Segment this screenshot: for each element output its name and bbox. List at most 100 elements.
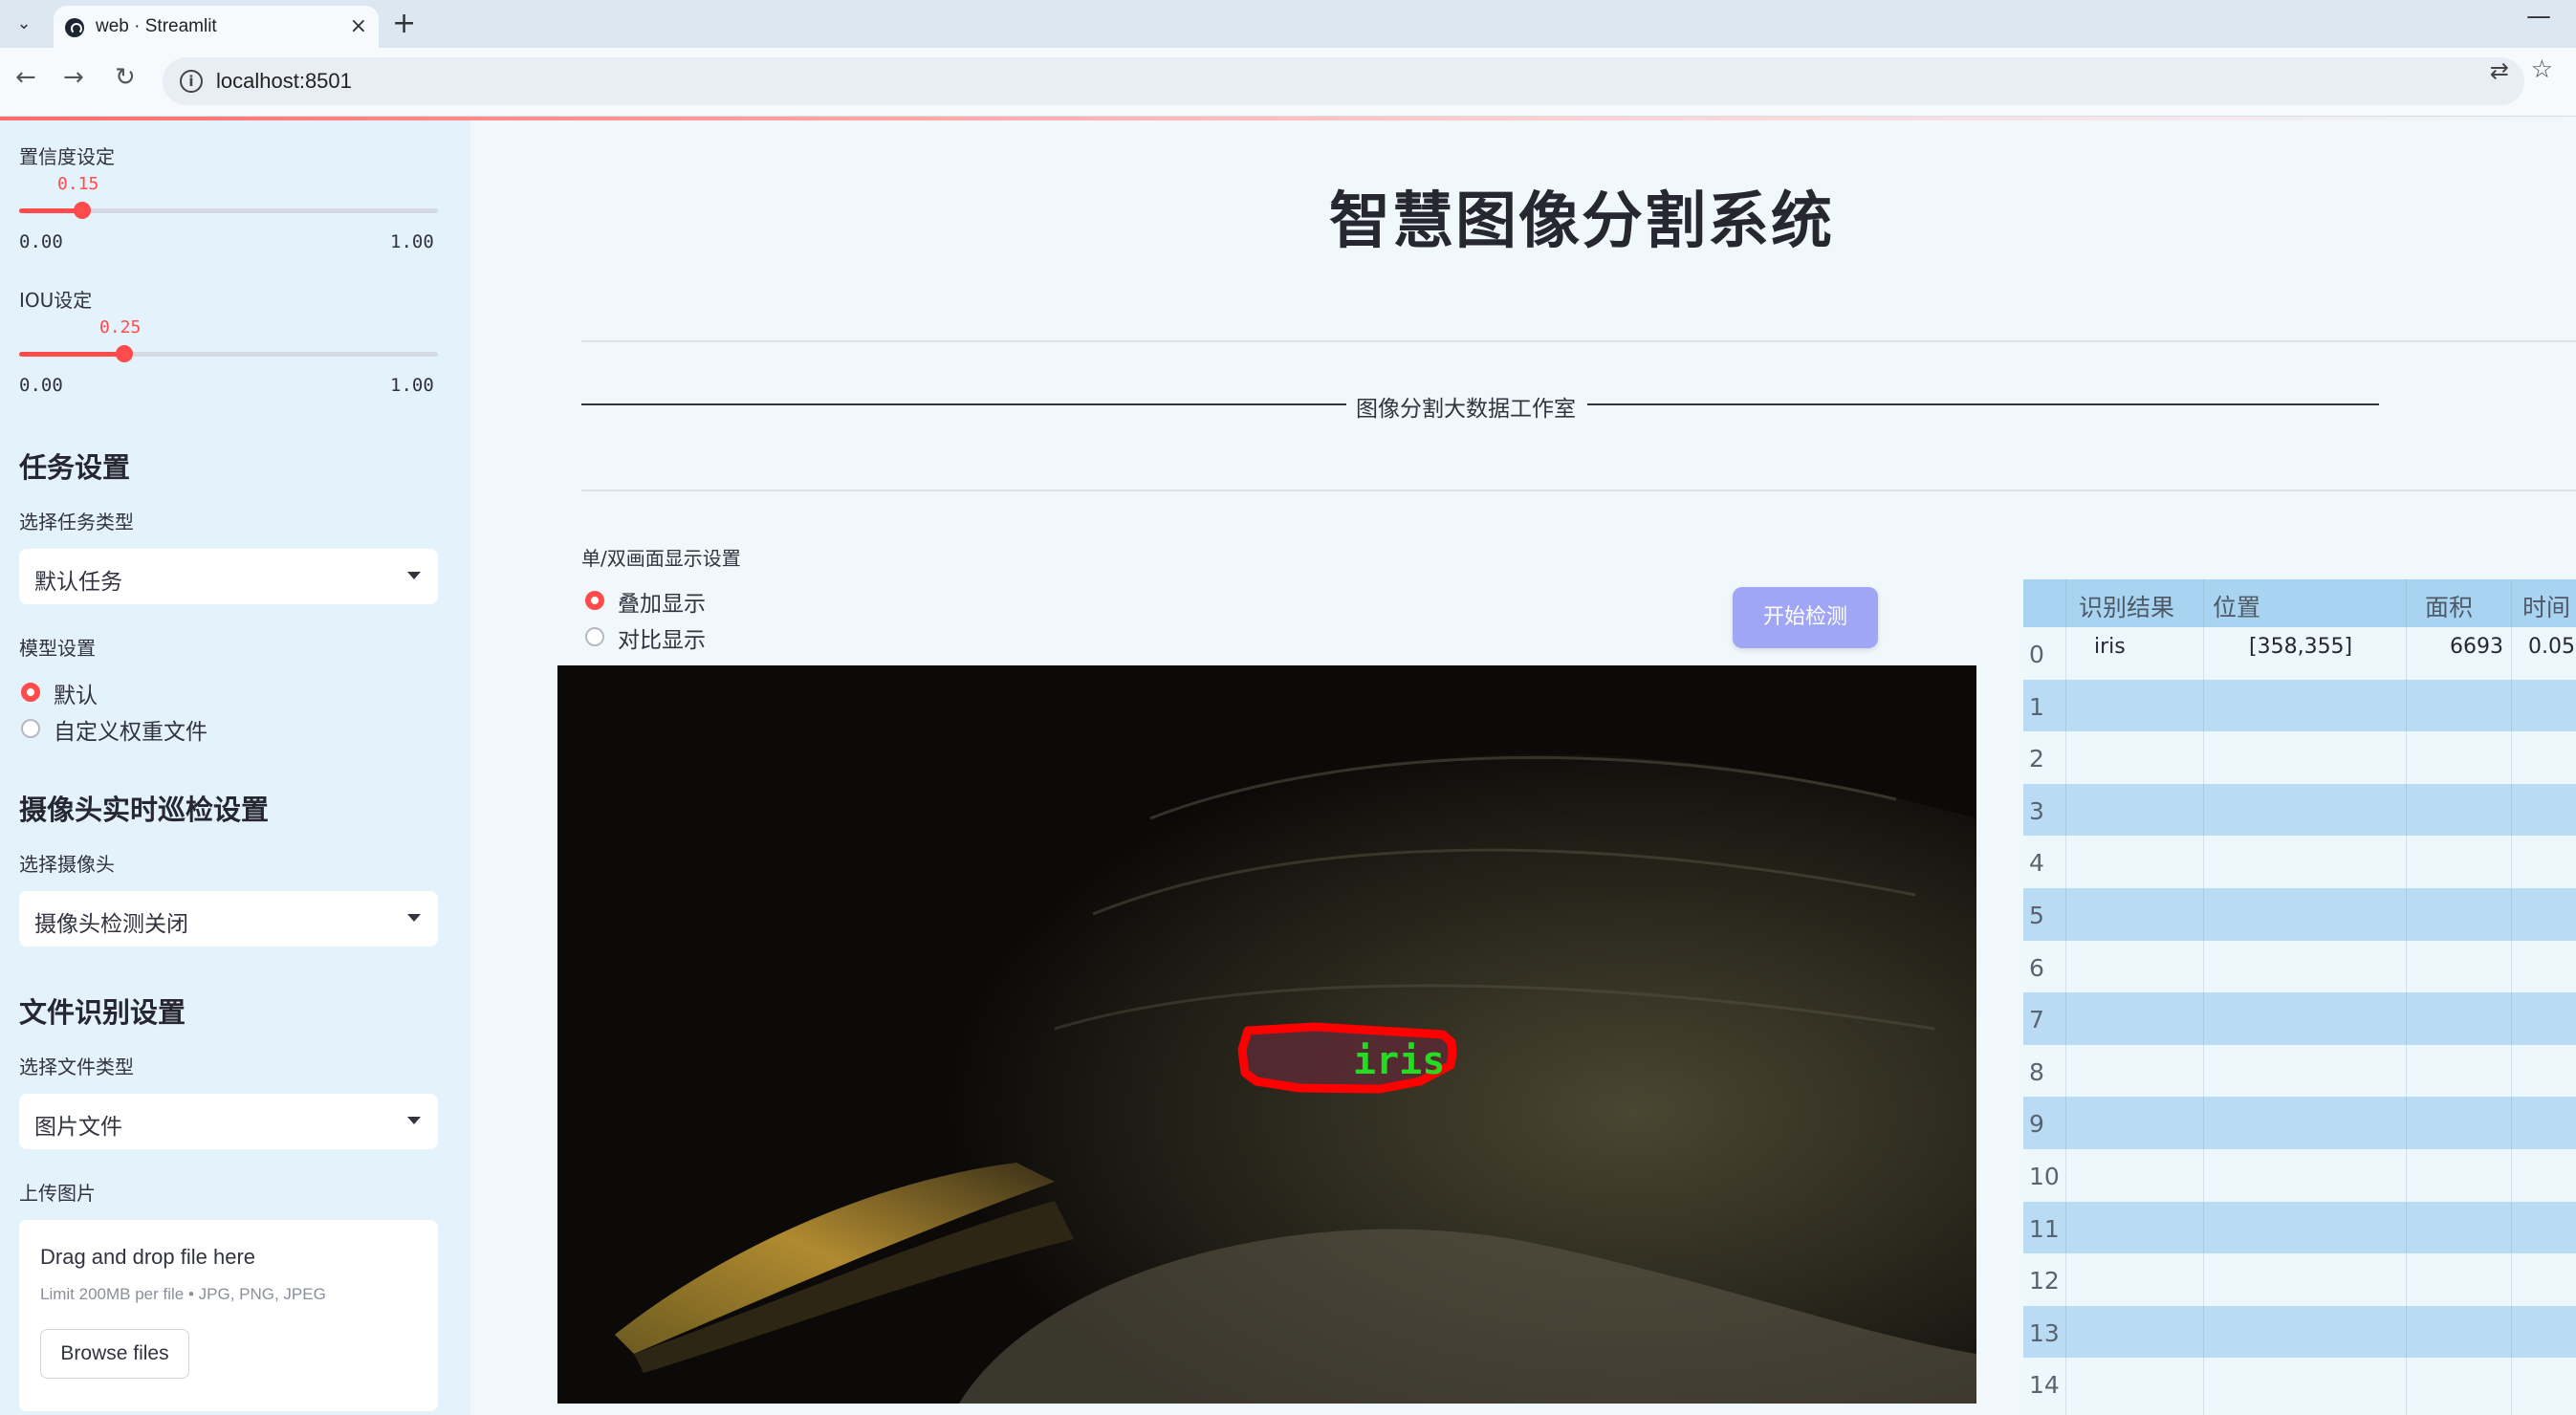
upload-title: Drag and drop file here xyxy=(40,1245,256,1269)
table-row[interactable]: 9 xyxy=(2023,1097,2576,1149)
iou-slider-fill xyxy=(19,352,124,357)
display-option-compare[interactable]: 对比显示 xyxy=(618,621,706,654)
file-uploader-dropzone[interactable]: Drag and drop file here Limit 200MB per … xyxy=(19,1220,438,1411)
column-header-position[interactable]: 位置 xyxy=(2213,589,2260,623)
column-divider xyxy=(2406,579,2407,1415)
confidence-value: 0.15 xyxy=(57,174,99,194)
row-index: 11 xyxy=(2029,1214,2060,1243)
row-index: 10 xyxy=(2029,1163,2060,1190)
site-info-icon[interactable]: i xyxy=(180,70,203,93)
model-option-default[interactable]: 默认 xyxy=(54,677,98,709)
tab-title: web · Streamlit xyxy=(96,16,217,36)
column-divider xyxy=(2511,579,2512,1415)
display-radio-overlay[interactable] xyxy=(585,591,604,610)
file-type-value: 图片文件 xyxy=(34,1115,122,1140)
iou-slider-thumb[interactable] xyxy=(115,345,133,362)
task-type-select[interactable]: 默认任务 xyxy=(19,549,438,604)
bookmark-star-icon[interactable]: ☆ xyxy=(2531,55,2553,84)
back-arrow-icon[interactable]: ← xyxy=(15,63,36,92)
start-detection-button[interactable]: 开始检测 xyxy=(1733,587,1878,648)
url-field[interactable]: i localhost:8501 xyxy=(163,57,2524,105)
table-row[interactable]: 1 xyxy=(2023,679,2576,732)
table-row[interactable]: 5 xyxy=(2023,888,2576,941)
column-header-area[interactable]: 面积 xyxy=(2425,589,2473,623)
iou-min: 0.00 xyxy=(19,375,63,396)
confidence-max: 1.00 xyxy=(390,231,434,252)
model-option-custom[interactable]: 自定义权重文件 xyxy=(54,713,207,746)
url-text: localhost:8501 xyxy=(216,69,352,93)
tab-close-icon[interactable]: × xyxy=(350,14,367,38)
row-index: 5 xyxy=(2029,902,2044,929)
dash-divider-right xyxy=(1587,403,2379,405)
confidence-slider[interactable] xyxy=(19,202,438,219)
row-index: 3 xyxy=(2029,796,2044,825)
cell-position: [358,355] xyxy=(2249,635,2353,659)
model-radio-custom[interactable] xyxy=(21,719,40,738)
table-row[interactable]: 7 xyxy=(2023,992,2576,1045)
upload-label: 上传图片 xyxy=(19,1182,96,1205)
model-label: 模型设置 xyxy=(19,637,96,660)
dash-divider-left xyxy=(581,403,1346,405)
confidence-slider-thumb[interactable] xyxy=(73,202,91,219)
row-index: 9 xyxy=(2029,1110,2044,1139)
new-tab-icon[interactable]: + xyxy=(392,7,416,40)
file-type-select[interactable]: 图片文件 xyxy=(19,1094,438,1149)
browse-files-button[interactable]: Browse files xyxy=(40,1329,189,1379)
bird-photo: iris xyxy=(557,665,1976,1404)
window-minimize-icon[interactable]: — xyxy=(2526,2,2551,31)
column-divider xyxy=(2065,579,2066,1415)
row-index: 13 xyxy=(2029,1318,2060,1347)
iou-max: 1.00 xyxy=(390,375,434,396)
table-row[interactable]: 0 iris [358,355] 6693 0.05 xyxy=(2023,627,2576,680)
table-row[interactable]: 10 xyxy=(2023,1149,2576,1202)
camera-label: 选择摄像头 xyxy=(19,853,115,876)
row-index: 14 xyxy=(2029,1371,2060,1400)
iou-slider[interactable] xyxy=(19,345,438,362)
browser-address-bar: ← → ↻ i localhost:8501 ⇄ ☆ xyxy=(0,48,2576,117)
table-row[interactable]: 3 xyxy=(2023,783,2576,837)
cell-time: 0.05 xyxy=(2528,635,2575,659)
detection-image: iris xyxy=(557,665,1976,1404)
row-index: 12 xyxy=(2029,1267,2060,1295)
translate-icon[interactable]: ⇄ xyxy=(2490,57,2509,84)
row-index: 1 xyxy=(2029,692,2044,721)
column-header-time[interactable]: 时间 xyxy=(2522,589,2570,623)
browser-tab-bar: ⌄ web · Streamlit × + — xyxy=(0,0,2576,48)
table-row[interactable]: 11 xyxy=(2023,1201,2576,1254)
table-row[interactable]: 13 xyxy=(2023,1305,2576,1359)
task-section-heading: 任务设置 xyxy=(19,451,131,484)
column-divider xyxy=(2203,579,2204,1415)
table-row[interactable]: 2 xyxy=(2023,731,2576,784)
table-row[interactable]: 6 xyxy=(2023,940,2576,993)
display-radio-compare[interactable] xyxy=(585,627,604,646)
browser-tab[interactable]: web · Streamlit × xyxy=(54,6,379,48)
display-option-overlay[interactable]: 叠加显示 xyxy=(618,585,706,618)
table-row[interactable]: 8 xyxy=(2023,1044,2576,1098)
streamlit-favicon-icon xyxy=(65,18,84,37)
studio-text: 图像分割大数据工作室 xyxy=(1356,397,1576,422)
chevron-down-icon xyxy=(407,572,421,579)
file-type-label: 选择文件类型 xyxy=(19,1056,134,1078)
iou-label: IOU设定 xyxy=(19,289,93,312)
row-index: 2 xyxy=(2029,745,2044,773)
chevron-down-icon xyxy=(407,1117,421,1124)
task-type-value: 默认任务 xyxy=(34,570,122,595)
camera-value: 摄像头检测关闭 xyxy=(34,912,188,937)
confidence-slider-fill xyxy=(19,208,82,213)
page-title: 智慧图像分割系统 xyxy=(1329,186,1834,257)
results-table[interactable]: 识别结果 位置 面积 时间 0 iris [358,355] 6693 0.05 1 2 3 4… xyxy=(2023,579,2576,1415)
table-row[interactable]: 12 xyxy=(2023,1253,2576,1306)
camera-section-heading: 摄像头实时巡检设置 xyxy=(19,794,270,826)
table-row[interactable]: 4 xyxy=(2023,836,2576,888)
upload-limit: Limit 200MB per file • JPG, PNG, JPEG xyxy=(40,1285,326,1303)
reload-icon[interactable]: ↻ xyxy=(115,63,136,92)
camera-select[interactable]: 摄像头检测关闭 xyxy=(19,891,438,947)
task-type-label: 选择任务类型 xyxy=(19,511,134,533)
table-row[interactable]: 14 xyxy=(2023,1358,2576,1410)
model-radio-default[interactable] xyxy=(21,683,40,702)
forward-arrow-icon[interactable]: → xyxy=(63,63,84,92)
tab-search-chevron-icon[interactable]: ⌄ xyxy=(8,8,40,40)
iou-value: 0.25 xyxy=(99,317,142,337)
column-header-result[interactable]: 识别结果 xyxy=(2079,589,2174,623)
cell-result: iris xyxy=(2094,635,2126,659)
